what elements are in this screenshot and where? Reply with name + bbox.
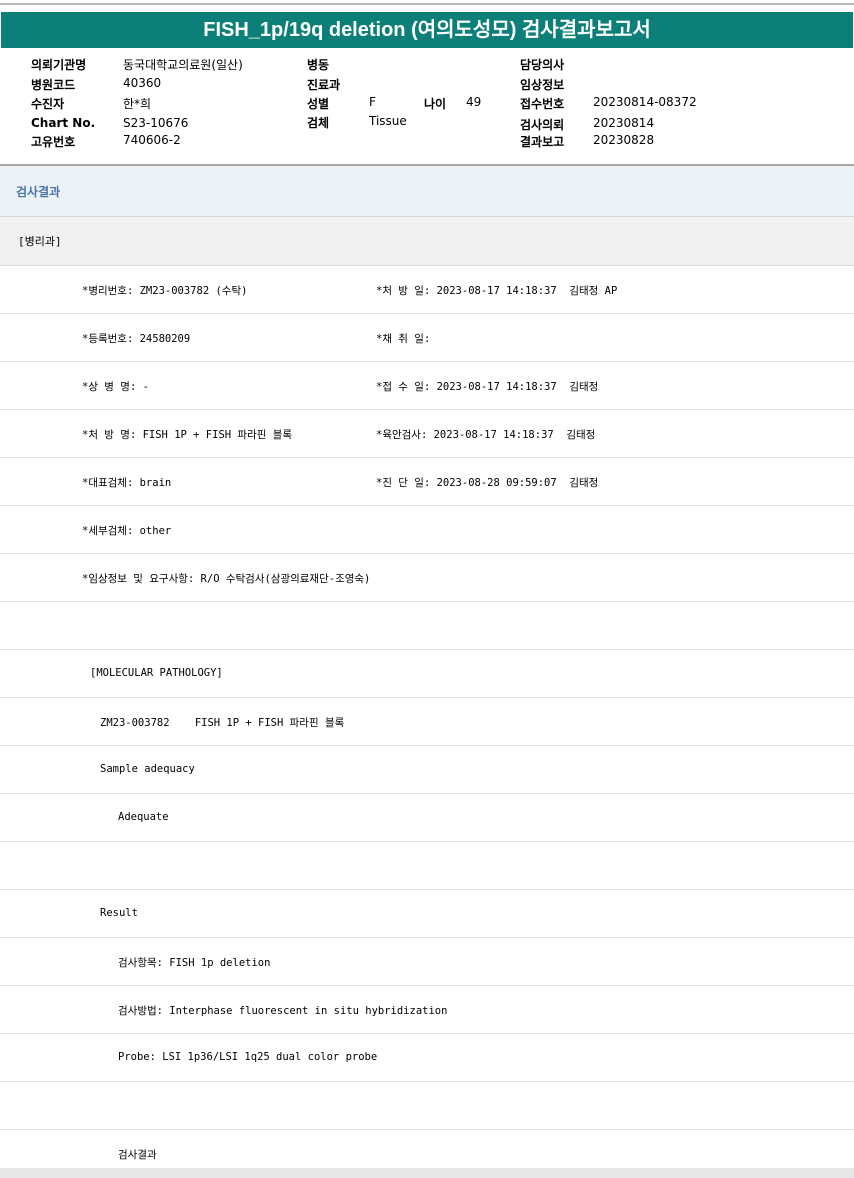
result-row: *상 병 명: - *접 수 일: 2023-08-17 14:18:37 김태정 xyxy=(0,362,854,410)
info-label: 고유번호 xyxy=(31,135,76,149)
result-row xyxy=(0,842,854,890)
department-label: [병리과] xyxy=(18,235,62,248)
info-label: 검체 xyxy=(307,116,330,130)
row-left-text: Result xyxy=(100,907,138,919)
result-row: *병리번호: ZM23-003782 (수탁) *처 방 일: 2023-08-1… xyxy=(0,266,854,314)
result-row: *등록번호: 24580209 *채 취 일: xyxy=(0,314,854,362)
result-row: *처 방 명: FISH 1P + FISH 파라핀 블록 *육안검사: 2023… xyxy=(0,410,854,458)
row-left-text: *상 병 명: - xyxy=(82,381,149,393)
result-row: *세부검체: other xyxy=(0,506,854,554)
row-left-text: 검사결과 xyxy=(118,1149,157,1161)
info-label: 수진자 xyxy=(31,97,65,111)
info-value: 20230814-08372 xyxy=(593,95,697,109)
row-right-text: *진 단 일: 2023-08-28 09:59:07 김태정 xyxy=(376,477,599,489)
info-label: 의뢰기관명 xyxy=(31,58,87,72)
info-value: S23-10676 xyxy=(123,116,189,130)
row-left-text: 검사항목: FISH 1p deletion xyxy=(118,957,271,969)
row-right-text: *채 취 일: xyxy=(376,333,431,345)
info-value-age: 49 xyxy=(466,95,482,109)
bottom-bar xyxy=(0,1168,854,1178)
result-rows: *병리번호: ZM23-003782 (수탁) *처 방 일: 2023-08-1… xyxy=(0,266,854,1178)
info-label: 접수번호 xyxy=(520,97,565,111)
result-row xyxy=(0,1082,854,1130)
row-left-text: *세부검체: other xyxy=(82,525,172,537)
info-value: Tissue xyxy=(369,114,407,128)
info-value: 20230814 xyxy=(593,116,655,130)
section-header: 검사결과 xyxy=(0,166,854,217)
result-row: *대표검체: brain *진 단 일: 2023-08-28 09:59:07 … xyxy=(0,458,854,506)
info-label: 검사의뢰 xyxy=(520,118,565,132)
row-right-text: *접 수 일: 2023-08-17 14:18:37 김태정 xyxy=(376,381,599,393)
section-title: 검사결과 xyxy=(16,185,61,199)
row-left-text: *임상정보 및 요구사항: R/O 수탁검사(삼광의료재단-조영숙) xyxy=(82,573,371,585)
row-left-text: *처 방 명: FISH 1P + FISH 파라핀 블록 xyxy=(82,429,293,441)
row-left-text: ZM23-003782 FISH 1P + FISH 파라핀 블록 xyxy=(100,717,345,729)
info-label: Chart No. xyxy=(31,116,96,130)
info-value: 20230828 xyxy=(593,133,655,147)
result-row: Result xyxy=(0,890,854,938)
row-left-text: [MOLECULAR PATHOLOGY] xyxy=(90,667,223,679)
info-value: F xyxy=(369,95,376,109)
info-value: 한*희 xyxy=(123,97,152,111)
row-left-text: Sample adequacy xyxy=(100,763,195,775)
info-label: 결과보고 xyxy=(520,135,565,149)
result-row: [MOLECULAR PATHOLOGY] xyxy=(0,650,854,698)
result-row: *임상정보 및 요구사항: R/O 수탁검사(삼광의료재단-조영숙) xyxy=(0,554,854,602)
row-right-text: *처 방 일: 2023-08-17 14:18:37 김태정 AP xyxy=(376,285,618,297)
result-row: 검사항목: FISH 1p deletion xyxy=(0,938,854,986)
result-row: Probe: LSI 1p36/LSI 1q25 dual color prob… xyxy=(0,1034,854,1082)
result-row: Adequate xyxy=(0,794,854,842)
info-label: 진료과 xyxy=(307,78,341,92)
info-value: 740606-2 xyxy=(123,133,181,147)
department-row: [병리과] xyxy=(0,217,854,266)
patient-info: 의뢰기관명 동국대학교의료원(일산) 병원코드 40360 수진자 한*희 Ch… xyxy=(0,0,854,160)
result-row: Sample adequacy xyxy=(0,746,854,794)
row-right-text: *육안검사: 2023-08-17 14:18:37 김태정 xyxy=(376,429,596,441)
row-left-text: *병리번호: ZM23-003782 (수탁) xyxy=(82,285,248,297)
row-left-text: Adequate xyxy=(118,811,169,823)
row-left-text: *등록번호: 24580209 xyxy=(82,333,191,345)
result-row: ZM23-003782 FISH 1P + FISH 파라핀 블록 xyxy=(0,698,854,746)
row-left-text: 검사방법: Interphase fluorescent in situ hyb… xyxy=(118,1005,448,1017)
info-value: 40360 xyxy=(123,76,162,90)
info-label: 성별 xyxy=(307,97,330,111)
row-left-text: *대표검체: brain xyxy=(82,477,172,489)
info-value: 동국대학교의료원(일산) xyxy=(123,58,243,72)
row-left-text: Probe: LSI 1p36/LSI 1q25 dual color prob… xyxy=(118,1051,378,1063)
info-label: 임상정보 xyxy=(520,78,565,92)
info-label: 병동 xyxy=(307,58,330,72)
info-label-age: 나이 xyxy=(424,97,447,111)
info-label: 담당의사 xyxy=(520,58,565,72)
info-label: 병원코드 xyxy=(31,78,76,92)
result-row: 검사방법: Interphase fluorescent in situ hyb… xyxy=(0,986,854,1034)
result-row xyxy=(0,602,854,650)
